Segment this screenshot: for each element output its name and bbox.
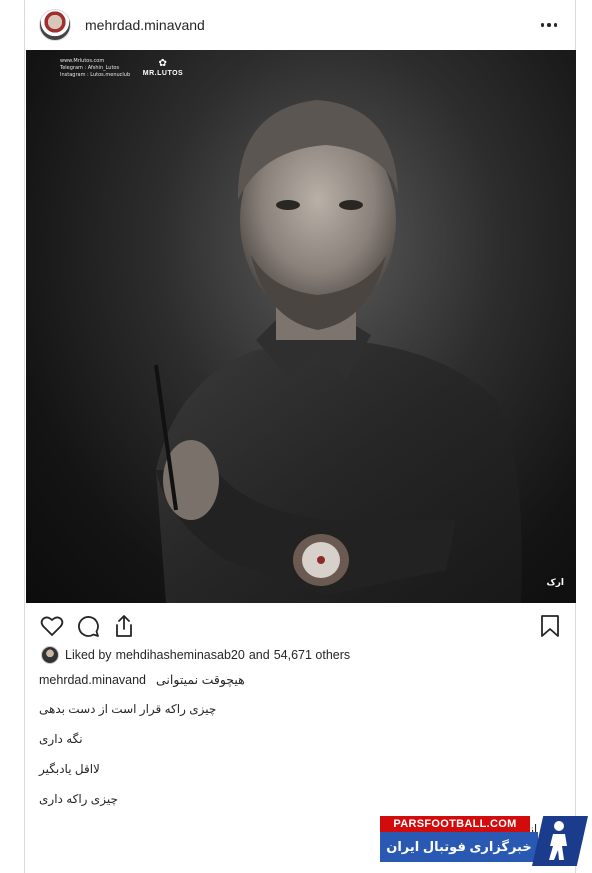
post-photo[interactable]: www.Mrlutos.com Telegram : Afshin_Lutos … xyxy=(26,50,576,603)
watermark-logo: ✿ MR.LUTOS xyxy=(134,58,192,88)
likes-joiner: and xyxy=(248,648,270,662)
likes-prefix: Liked by xyxy=(65,648,112,662)
more-dots-icon[interactable] xyxy=(535,15,563,35)
liker-avatar[interactable] xyxy=(41,646,59,664)
parsfootball-banner: PARSFOOTBALL.COM خبرگزاری فوتبال ایران xyxy=(380,816,590,871)
footballer-logo-icon xyxy=(532,816,588,866)
share-icon[interactable] xyxy=(111,613,137,639)
likes-row: Liked by mehdihasheminasab20 and 54,671 … xyxy=(41,645,354,665)
caption-username[interactable]: mehrdad.minavand xyxy=(39,673,146,687)
liker-username[interactable]: mehdihasheminasab20 xyxy=(116,648,245,662)
bookmark-icon[interactable] xyxy=(537,613,563,639)
heart-icon[interactable] xyxy=(39,613,65,639)
lotus-icon: ✿ xyxy=(158,58,168,69)
caption-line: هیچوقت نمیتوانی xyxy=(156,673,245,687)
instagram-post: mehrdad.minavand www.Mrlutos.com Telegra… xyxy=(24,0,576,873)
action-bar xyxy=(25,608,577,644)
caption-line: نگه داری xyxy=(39,732,83,746)
caption-line: چیزی راکه قرار است از دست بدهی xyxy=(39,702,217,716)
watermark-text: www.Mrlutos.com Telegram : Afshin_Lutos … xyxy=(60,58,131,78)
user-avatar[interactable] xyxy=(39,9,71,41)
banner-title: خبرگزاری فوتبال ایران xyxy=(380,832,538,862)
post-header: mehrdad.minavand xyxy=(25,0,577,50)
comment-icon[interactable] xyxy=(75,613,101,639)
portrait-illustration xyxy=(154,100,522,603)
caption-line: لااقل یادبگیر xyxy=(39,762,100,776)
post-username[interactable]: mehrdad.minavand xyxy=(85,17,205,33)
likes-others[interactable]: 54,671 others xyxy=(274,648,350,662)
banner-site: PARSFOOTBALL.COM xyxy=(380,816,530,832)
corner-logo: ارک xyxy=(546,577,564,587)
